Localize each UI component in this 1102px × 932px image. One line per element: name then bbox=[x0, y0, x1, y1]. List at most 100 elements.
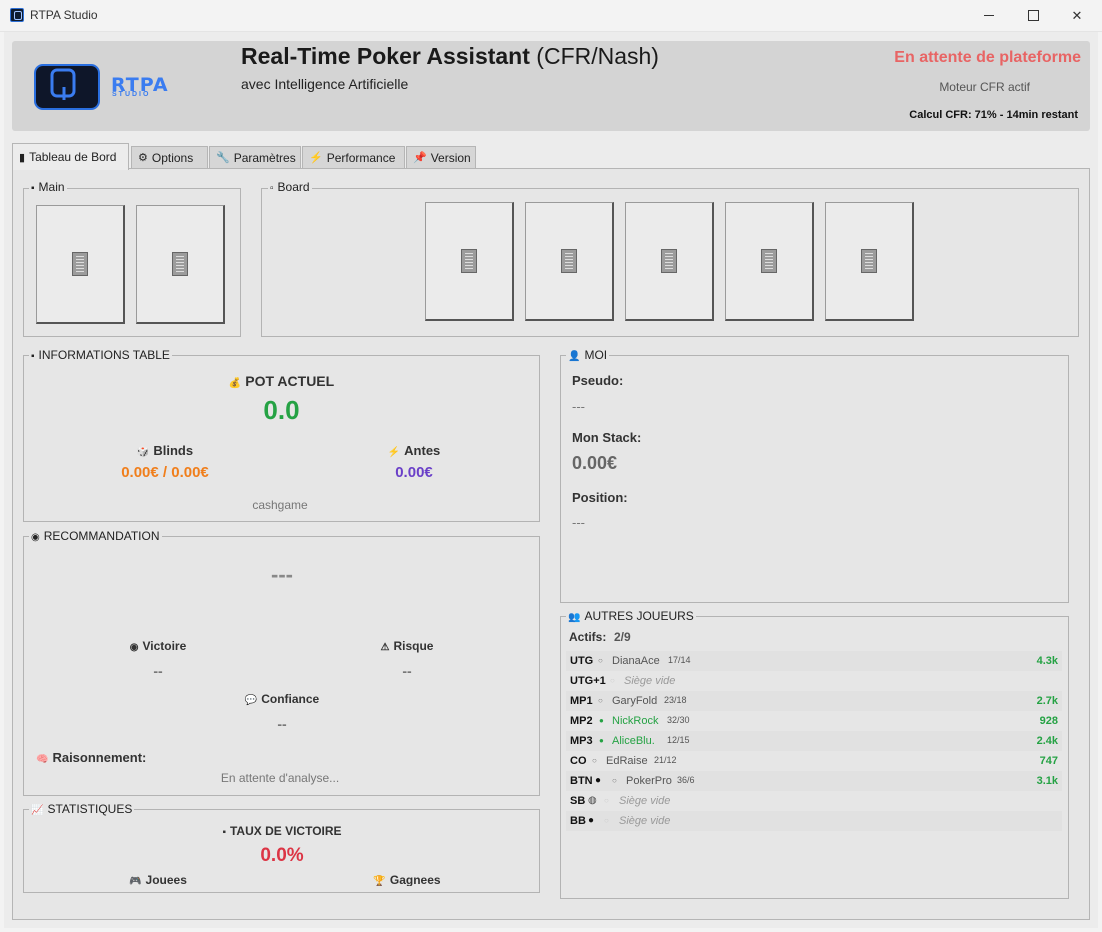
risk-label: ⚠ Risque bbox=[307, 639, 507, 653]
lightning-icon: ⚡ bbox=[309, 152, 323, 164]
app-subtitle: avec Intelligence Artificielle bbox=[241, 76, 409, 92]
controller-icon: 🎮 bbox=[129, 876, 142, 886]
empty-dot-icon: ○ bbox=[610, 676, 615, 685]
player-position: SB bbox=[570, 795, 586, 807]
player-stats: 12/15 bbox=[667, 735, 690, 745]
card-placeholder-icon bbox=[861, 249, 877, 273]
status-dot-icon: ○ bbox=[598, 696, 603, 705]
board-group-title: ▫ Board bbox=[268, 180, 312, 194]
table-info-title: ▪ INFORMATIONS TABLE bbox=[29, 348, 172, 362]
other-players-title-text: AUTRES JOUEURS bbox=[584, 609, 694, 623]
card-placeholder-icon bbox=[561, 249, 577, 273]
stack-label: Mon Stack: bbox=[572, 430, 642, 445]
active-dot-icon: ● bbox=[599, 736, 604, 745]
app-title: Real-Time Poker Assistant (CFR/Nash) bbox=[241, 43, 659, 70]
player-row: MP3 ● AliceBlu. 12/15 2.4k bbox=[566, 731, 1062, 751]
risk-label-text: Risque bbox=[393, 639, 434, 653]
card-placeholder-icon bbox=[661, 249, 677, 273]
player-position: CO bbox=[570, 755, 587, 767]
platform-status: En attente de plateforme bbox=[894, 49, 1081, 66]
pseudo-label: Pseudo: bbox=[572, 373, 624, 388]
big-blind-chip-icon: ● bbox=[588, 815, 595, 826]
title-bar bbox=[0, 0, 1102, 32]
warning-icon: ⚠ bbox=[380, 642, 390, 653]
small-blind-chip-icon: ◍ bbox=[588, 795, 597, 806]
stack-value: 0.00€ bbox=[572, 453, 618, 473]
player-stats: 36/6 bbox=[677, 775, 695, 785]
player-stack: 928 bbox=[1039, 715, 1058, 727]
pin-icon: 📌 bbox=[413, 152, 427, 164]
active-players-value: 2/9 bbox=[614, 630, 631, 644]
player-stack: 2.4k bbox=[1036, 735, 1058, 747]
board-card-4 bbox=[725, 202, 814, 321]
maximize-button[interactable] bbox=[1010, 0, 1056, 31]
tab-label: Options bbox=[151, 150, 194, 165]
minimize-button[interactable] bbox=[966, 0, 1012, 31]
stats-title-text: STATISTIQUES bbox=[47, 802, 133, 816]
pot-label-text: POT ACTUEL bbox=[245, 373, 335, 389]
card-placeholder-icon bbox=[761, 249, 777, 273]
player-stack: 2.7k bbox=[1036, 695, 1058, 707]
me-group bbox=[560, 355, 1069, 603]
confidence-label-text: Confiance bbox=[261, 692, 320, 706]
window-title: RTPA Studio bbox=[30, 8, 98, 22]
recommendation-title-text: RECOMMANDATION bbox=[43, 529, 160, 543]
winrate-label: ▪ TAUX DE VICTOIRE bbox=[182, 824, 382, 838]
gear-icon: ⚙ bbox=[138, 152, 148, 164]
table-info-title-text: INFORMATIONS TABLE bbox=[38, 348, 170, 362]
confidence-label: 💬 Confiance bbox=[182, 692, 382, 706]
player-stats: 17/14 bbox=[668, 655, 691, 665]
player-stats: 23/18 bbox=[664, 695, 687, 705]
player-row: SB ◍ ○ Siège vide bbox=[566, 791, 1062, 811]
chart-icon: ▪ bbox=[31, 351, 35, 362]
player-position: MP1 bbox=[570, 695, 593, 707]
engine-status: Moteur CFR actif bbox=[939, 80, 1030, 94]
player-position: BB bbox=[570, 815, 586, 827]
winrate-value: 0.0% bbox=[260, 845, 304, 866]
tab-label: Version bbox=[430, 150, 471, 165]
position-value: --- bbox=[572, 515, 585, 530]
tab-parametres[interactable]: 🔧 Paramètres bbox=[209, 146, 301, 168]
won-label-text: Gagnees bbox=[389, 873, 441, 886]
tab-version[interactable]: 📌 Version bbox=[406, 146, 476, 168]
player-name: EdRaise bbox=[606, 755, 648, 767]
player-name: PokerPro bbox=[626, 775, 672, 787]
trophy-icon: 🏆 bbox=[373, 876, 386, 886]
card-placeholder-icon bbox=[172, 252, 188, 276]
risk-value: -- bbox=[402, 663, 412, 679]
target-icon: ◉ bbox=[31, 532, 40, 543]
antes-value: 0.00€ bbox=[395, 464, 433, 481]
reasoning-value: En attente d'analyse... bbox=[220, 771, 340, 785]
lightning-icon: ⚡ bbox=[387, 447, 401, 458]
victory-value: -- bbox=[153, 663, 163, 679]
tab-label: Tableau de Bord bbox=[29, 150, 117, 164]
blinds-label: 🎲 Blinds bbox=[65, 443, 265, 458]
hand-card-1 bbox=[36, 205, 125, 324]
player-name: NickRock bbox=[612, 715, 659, 727]
me-title: 👤 MOI bbox=[566, 348, 610, 362]
active-dot-icon: ● bbox=[599, 716, 604, 725]
user-icon: 👤 bbox=[568, 351, 581, 362]
player-position: BTN bbox=[570, 775, 593, 787]
tab-dashboard[interactable]: ▮ Tableau de Bord bbox=[12, 143, 129, 170]
tab-options[interactable]: ⚙ Options bbox=[131, 146, 208, 168]
dice-icon: 🎲 bbox=[136, 447, 150, 458]
won-label: 🏆 Gagnees bbox=[307, 873, 507, 886]
player-name: AliceBlu. bbox=[612, 735, 655, 747]
player-name: DianaAce bbox=[612, 655, 660, 667]
player-row: MP1 ○ GaryFold 23/18 2.7k bbox=[566, 691, 1062, 711]
player-row: UTG+1 ○ Siège vide bbox=[566, 671, 1062, 691]
target-icon: ◉ bbox=[129, 642, 139, 653]
hand-title-text: Main bbox=[38, 180, 65, 194]
app-title-suffix: (CFR/Nash) bbox=[529, 43, 659, 69]
users-icon: 👥 bbox=[568, 612, 581, 623]
close-button[interactable] bbox=[1054, 0, 1100, 31]
brain-icon: 🧠 bbox=[36, 754, 49, 765]
status-dot-icon: ○ bbox=[612, 776, 617, 785]
reasoning-label: 🧠 Raisonnement: bbox=[36, 750, 146, 765]
player-stack: 3.1k bbox=[1036, 775, 1058, 787]
player-row: MP2 ● NickRock 32/30 928 bbox=[566, 711, 1062, 731]
me-title-text: MOI bbox=[584, 348, 608, 362]
tab-performance[interactable]: ⚡ Performance bbox=[302, 146, 405, 168]
recommendation-title: ◉ RECOMMANDATION bbox=[29, 529, 162, 543]
